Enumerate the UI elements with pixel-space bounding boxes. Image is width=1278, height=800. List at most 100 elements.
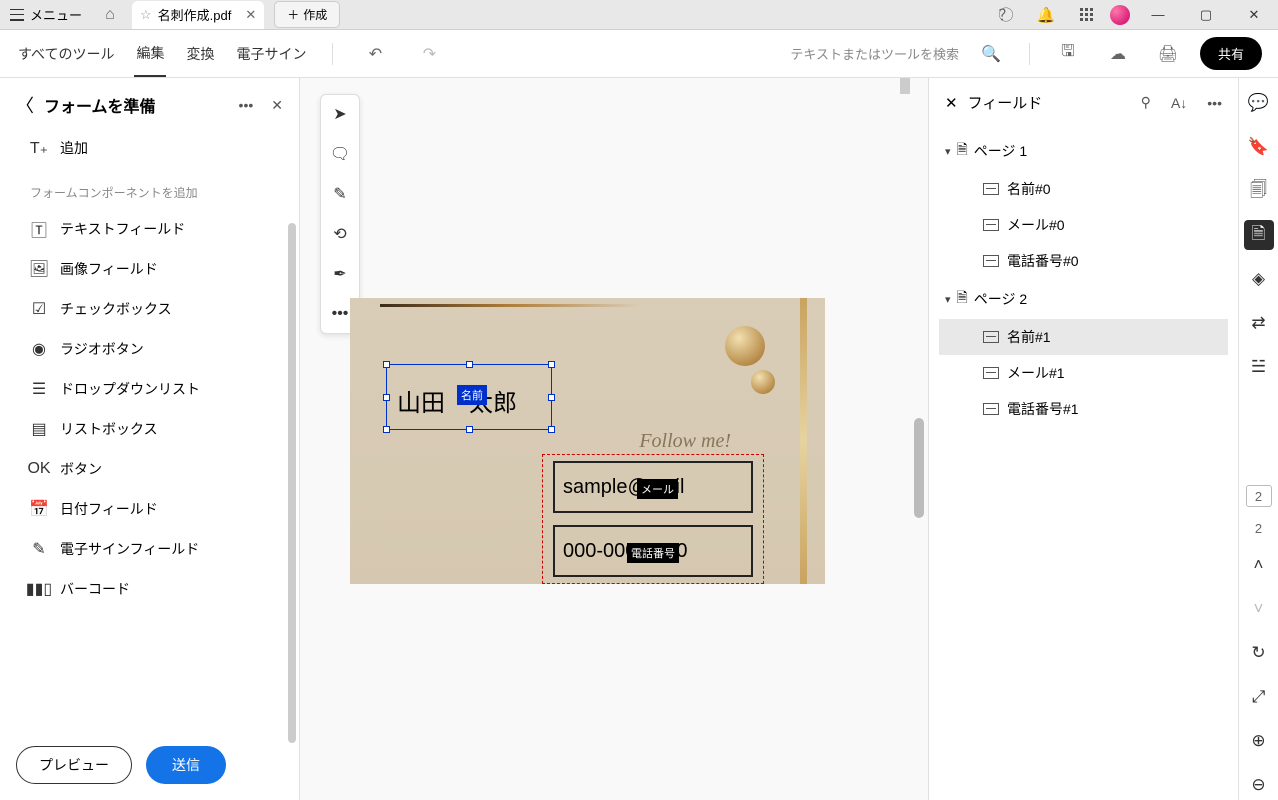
tree-field-phone0[interactable]: 電話番号#0 — [939, 243, 1228, 279]
add-item[interactable]: T₊ 追加 — [0, 128, 299, 168]
page-down-icon[interactable]: ˅ — [1244, 594, 1274, 624]
undo-icon[interactable]: ↶ — [365, 44, 385, 64]
component-checkbox[interactable]: ☑チェックボックス — [0, 289, 299, 329]
document-tab[interactable]: ☆ 名刺作成.pdf ✕ — [132, 1, 264, 29]
tab-esign[interactable]: 電子サイン — [234, 32, 308, 76]
component-text-field[interactable]: 🅃テキストフィールド — [0, 209, 299, 249]
tree-field-name1[interactable]: 名前#1 — [939, 319, 1228, 355]
comment-icon[interactable]: 🗨 — [329, 143, 351, 165]
page-up-icon[interactable]: ˄ — [1244, 550, 1274, 580]
card-decor-line — [380, 304, 640, 307]
search-placeholder: テキストまたはツールを検索 — [790, 44, 959, 63]
form-field-name[interactable]: 山田 太郎 名前 — [386, 364, 552, 430]
avatar[interactable] — [1110, 5, 1130, 25]
cloud-upload-icon[interactable]: ☁ — [1108, 44, 1128, 64]
layers-icon[interactable]: ◈ — [1244, 264, 1274, 294]
pen-icon[interactable]: ✒ — [329, 263, 351, 285]
close-icon[interactable]: ✕ — [1234, 0, 1274, 30]
tree-field-phone1[interactable]: 電話番号#1 — [939, 391, 1228, 427]
submit-button[interactable]: 送信 — [146, 746, 226, 784]
tree-field-name0[interactable]: 名前#0 — [939, 171, 1228, 207]
more-icon[interactable]: ••• — [239, 97, 254, 113]
component-image-field[interactable]: 🖼画像フィールド — [0, 249, 299, 289]
field-icon — [983, 331, 999, 343]
component-date[interactable]: 📅日付フィールド — [0, 489, 299, 529]
back-icon[interactable]: 〈 — [16, 92, 34, 118]
component-dropdown[interactable]: ☰ドロップダウンリスト — [0, 369, 299, 409]
tab-close-icon[interactable]: ✕ — [245, 7, 256, 23]
left-scrollbar[interactable] — [288, 223, 296, 743]
tab-convert[interactable]: 変換 — [184, 32, 216, 76]
field-group[interactable]: sample@mail メール 000-0000-000 電話番号 — [542, 454, 764, 584]
create-button[interactable]: ＋ 作成 — [274, 1, 340, 28]
component-barcode[interactable]: ▮▮▯バーコード — [0, 569, 299, 609]
outline-icon[interactable]: ☱ — [1244, 352, 1274, 382]
component-listbox[interactable]: ▤リストボックス — [0, 409, 299, 449]
home-icon[interactable]: ⌂ — [100, 5, 120, 25]
fields-close-icon[interactable]: ✕ — [945, 94, 958, 112]
tree-page-2[interactable]: ▾ 🗎 ページ 2 — [939, 279, 1228, 319]
fields-more-icon[interactable]: ••• — [1207, 95, 1222, 111]
menu-button[interactable]: メニュー — [0, 5, 92, 24]
tab-edit[interactable]: 編集 — [134, 31, 166, 77]
chat-icon[interactable]: 💬 — [1244, 88, 1274, 118]
star-icon[interactable]: ☆ — [140, 7, 152, 23]
pointer-icon[interactable]: ➤ — [329, 103, 351, 125]
redo-icon[interactable]: ↷ — [419, 44, 439, 64]
shuffle-icon[interactable]: ⇄ — [1244, 308, 1274, 338]
document-panel-icon[interactable]: 🗎 — [1244, 220, 1274, 250]
radio-icon: ◉ — [30, 340, 48, 358]
share-button[interactable]: 共有 — [1200, 37, 1262, 70]
signature-icon: ✎ — [30, 540, 48, 558]
tree-page-1[interactable]: ▾ 🗎 ページ 1 — [939, 131, 1228, 171]
highlight-icon[interactable]: ✎ — [329, 183, 351, 205]
email-field-label: メール — [637, 479, 678, 499]
page-icon: 🗎 — [957, 139, 968, 163]
tab-filename: 名刺作成.pdf — [158, 5, 232, 24]
zoom-in-icon[interactable]: ⊕ — [1244, 726, 1274, 756]
panel-close-icon[interactable]: ✕ — [271, 97, 283, 114]
bell-icon[interactable]: 🔔 — [1036, 5, 1056, 25]
print-icon[interactable]: 🖨 — [1158, 44, 1178, 64]
lasso-icon[interactable]: ⟲ — [329, 223, 351, 245]
listbox-icon: ▤ — [30, 420, 48, 438]
chevron-down-icon: ▾ — [945, 145, 951, 158]
component-button[interactable]: OKボタン — [0, 449, 299, 489]
card-decor-sphere — [725, 326, 765, 366]
chevron-down-icon: ▾ — [945, 293, 951, 306]
canvas-scrollbar[interactable] — [914, 418, 924, 518]
canvas-scroll-top[interactable] — [900, 78, 910, 94]
title-bar: メニュー ⌂ ☆ 名刺作成.pdf ✕ ＋ 作成 ？⃝ 🔔 — ▢ ✕ — [0, 0, 1278, 30]
rotate-icon[interactable]: ↻ — [1244, 638, 1274, 668]
tab-all-tools[interactable]: すべてのツール — [16, 32, 116, 76]
pages-icon[interactable]: 🗐 — [1244, 176, 1274, 206]
sort-icon[interactable]: A↓ — [1171, 95, 1187, 111]
toolbar-more-icon[interactable]: ••• — [329, 303, 351, 325]
component-radio[interactable]: ◉ラジオボタン — [0, 329, 299, 369]
field-icon — [983, 367, 999, 379]
fit-icon[interactable]: ⤢ — [1244, 682, 1274, 712]
zoom-out-icon[interactable]: ⊖ — [1244, 770, 1274, 800]
text-add-icon: T₊ — [30, 139, 48, 157]
page-current-input[interactable]: 2 — [1246, 485, 1272, 507]
help-icon[interactable]: ？⃝ — [996, 5, 1016, 25]
fields-title: フィールド — [968, 92, 1121, 113]
canvas[interactable]: ➤ 🗨 ✎ ⟲ ✒ ••• Follow me! 山田 太郎 名前 sample — [300, 78, 928, 800]
filter-icon[interactable]: ⚲ — [1141, 94, 1151, 111]
form-field-email[interactable]: sample@mail メール — [553, 461, 753, 513]
search-icon[interactable]: 🔍 — [981, 44, 1001, 64]
tree-field-mail1[interactable]: メール#1 — [939, 355, 1228, 391]
component-signature[interactable]: ✎電子サインフィールド — [0, 529, 299, 569]
form-field-phone[interactable]: 000-0000-000 電話番号 — [553, 525, 753, 577]
tree-field-mail0[interactable]: メール#0 — [939, 207, 1228, 243]
maximize-icon[interactable]: ▢ — [1186, 0, 1226, 30]
fields-tree: ▾ 🗎 ページ 1 名前#0 メール#0 電話番号#0 ▾ 🗎 ページ 2 名前… — [929, 127, 1238, 431]
bookmark-icon[interactable]: 🔖 — [1244, 132, 1274, 162]
page-icon: 🗎 — [957, 287, 968, 311]
checkbox-icon: ☑ — [30, 300, 48, 318]
save-icon[interactable]: 🖫 — [1058, 44, 1078, 64]
minimize-icon[interactable]: — — [1138, 0, 1178, 30]
business-card: Follow me! 山田 太郎 名前 sample@mail メール 000-… — [350, 298, 825, 584]
preview-button[interactable]: プレビュー — [16, 746, 132, 784]
apps-icon[interactable] — [1076, 5, 1096, 25]
